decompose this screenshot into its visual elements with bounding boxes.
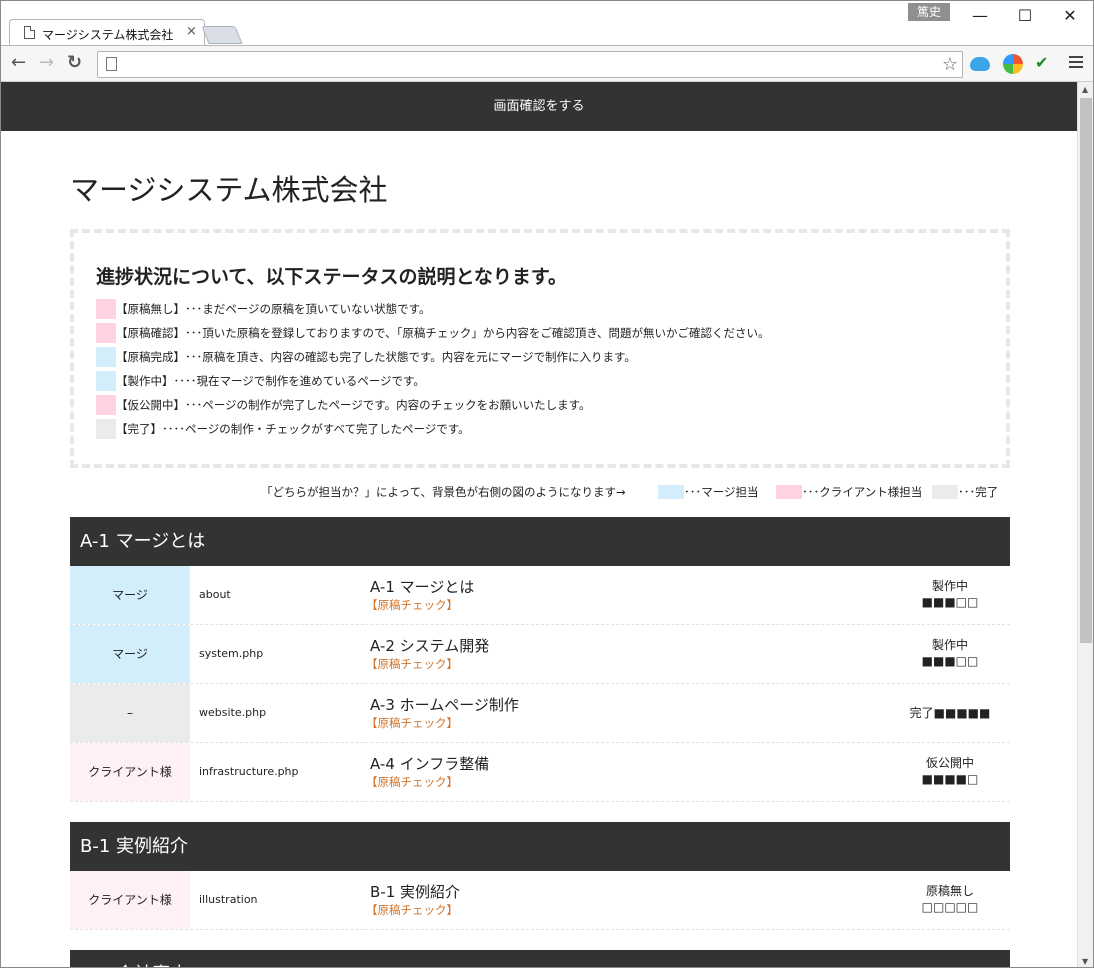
color-extension-icon[interactable]: [1003, 54, 1023, 74]
manuscript-check-link[interactable]: 【原稿チェック】: [366, 597, 458, 613]
status-label: 原稿無し: [925, 884, 974, 898]
page-name: A-3 ホームページ制作: [370, 696, 519, 714]
responsibility-note: 「どちらが担当か？」によって、背景色が右側の図のようになります→ ･･･マージ担…: [70, 483, 1005, 501]
browser-tab[interactable]: マージシステム株式会社 ×: [9, 19, 205, 46]
page-viewport: 画面確認をする マージシステム株式会社 進捗状況について、以下ステータスの説明と…: [1, 82, 1077, 967]
legend-item: 【原稿無し】･･･まだページの原稿を頂いていない状態です。: [96, 299, 431, 319]
page-icon: [106, 57, 117, 71]
assignee-cell: マージ: [70, 625, 190, 683]
merge-swatch: [658, 485, 684, 499]
section-header: C-1 会社案内: [70, 950, 1010, 967]
cloud-extension-icon[interactable]: [970, 57, 990, 71]
client-label: ･･･クライアント様担当: [802, 485, 923, 499]
status-label: 完了: [909, 706, 934, 720]
page-title: マージシステム株式会社: [70, 173, 388, 207]
manuscript-check-link[interactable]: 【原稿チェック】: [366, 902, 458, 918]
filename-cell: about: [199, 588, 231, 601]
status-cell: 原稿無し □□□□□: [890, 883, 1010, 915]
note-text: 「どちらが担当か？」によって、背景色が右側の図のようになります→: [261, 485, 626, 499]
manuscript-check-link[interactable]: 【原稿チェック】: [366, 715, 458, 731]
table-row: クライアント様 infrastructure.php A-4 インフラ整備 【原…: [70, 743, 1010, 802]
filename-cell: illustration: [199, 893, 258, 906]
legend-swatch: [96, 395, 116, 415]
legend-heading: 進捗状況について、以下ステータスの説明となります。: [96, 266, 568, 288]
status-cell: 製作中 ■■■□□: [890, 637, 1010, 669]
legend-item: 【製作中】････現在マージで制作を進めているページです。: [96, 371, 425, 391]
status-label: 製作中: [931, 638, 968, 652]
legend-item: 【完了】････ページの制作・チェックがすべて完了したページです。: [96, 419, 470, 439]
table-row: マージ about A-1 マージとは 【原稿チェック】 製作中 ■■■□□: [70, 566, 1010, 625]
back-icon[interactable]: ←: [11, 53, 26, 73]
legend-swatch: [96, 347, 116, 367]
legend-item: 【仮公開中】･･･ページの制作が完了したページです。内容のチェックをお願いいたし…: [96, 395, 591, 415]
user-badge[interactable]: 篤史: [908, 3, 950, 21]
close-button[interactable]: ✕: [1047, 1, 1093, 31]
progress-boxes: ■■■□□: [921, 595, 979, 609]
browser-toolbar: ← → ↻ ☆ ✔: [1, 45, 1093, 82]
done-label: ･･･完了: [958, 485, 999, 499]
filename-cell: website.php: [199, 706, 267, 719]
tab-title: マージシステム株式会社: [42, 28, 174, 42]
browser-window: マージシステム株式会社 × 篤史 — ☐ ✕ ← → ↻ ☆ ✔ 画面確認をする…: [0, 0, 1094, 968]
assignee-cell: –: [70, 684, 190, 742]
page-name: A-1 マージとは: [370, 578, 475, 596]
scroll-down-icon[interactable]: ▼: [1082, 957, 1088, 966]
assignee-cell: クライアント様: [70, 743, 190, 801]
menu-icon[interactable]: [1069, 56, 1083, 71]
reload-icon[interactable]: ↻: [67, 53, 82, 73]
status-legend-box: 進捗状況について、以下ステータスの説明となります。 【原稿無し】･･･まだページ…: [70, 229, 1010, 468]
legend-swatch: [96, 299, 116, 319]
table-row: クライアント様 illustration B-1 実例紹介 【原稿チェック】 原…: [70, 871, 1010, 930]
page-icon: [24, 26, 35, 39]
status-label: 製作中: [931, 579, 968, 593]
forward-icon[interactable]: →: [39, 53, 54, 73]
progress-boxes: ■■■■□: [921, 772, 979, 786]
status-cell: 製作中 ■■■□□: [890, 578, 1010, 610]
table-row: – website.php A-3 ホームページ制作 【原稿チェック】 完了■■…: [70, 684, 1010, 743]
status-cell: 完了■■■■■: [890, 705, 1010, 721]
assignee-cell: クライアント様: [70, 871, 190, 929]
page-name: B-1 実例紹介: [370, 883, 461, 901]
legend-item: 【原稿確認】･･･頂いた原稿を登録しておりますので、「原稿チェック」から内容をご…: [96, 323, 770, 343]
assignee-cell: マージ: [70, 566, 190, 624]
merge-label: ･･･マージ担当: [684, 485, 759, 499]
minimize-button[interactable]: —: [957, 1, 1003, 31]
page-name: A-4 インフラ整備: [370, 755, 490, 773]
legend-swatch: [96, 323, 116, 343]
progress-boxes: □□□□□: [921, 900, 979, 914]
maximize-button[interactable]: ☐: [1002, 1, 1048, 31]
bookmark-star-icon[interactable]: ☆: [942, 54, 958, 75]
section-header: B-1 実例紹介: [70, 822, 1010, 871]
address-bar[interactable]: ☆: [97, 51, 963, 78]
filename-cell: infrastructure.php: [199, 765, 299, 778]
manuscript-check-link[interactable]: 【原稿チェック】: [366, 656, 458, 672]
status-cell: 仮公開中 ■■■■□: [890, 755, 1010, 787]
filename-cell: system.php: [199, 647, 264, 660]
progress-boxes: ■■■■■: [933, 706, 991, 720]
progress-boxes: ■■■□□: [921, 654, 979, 668]
scroll-up-icon[interactable]: ▲: [1082, 85, 1088, 94]
w3c-validator-icon[interactable]: ✔: [1035, 52, 1055, 74]
legend-item: 【原稿完成】･･･原稿を頂き、内容の確認も完了した状態です。内容を元にマージで制…: [96, 347, 636, 367]
status-label: 仮公開中: [925, 756, 974, 770]
client-swatch: [776, 485, 802, 499]
done-swatch: [932, 485, 958, 499]
table-row: マージ system.php A-2 システム開発 【原稿チェック】 製作中 ■…: [70, 625, 1010, 684]
tab-close-icon[interactable]: ×: [186, 24, 197, 40]
legend-swatch: [96, 419, 116, 439]
legend-swatch: [96, 371, 116, 391]
title-bar: マージシステム株式会社 × 篤史 — ☐ ✕: [1, 1, 1093, 46]
vertical-scrollbar[interactable]: ▲ ▼: [1077, 82, 1093, 967]
screen-check-bar[interactable]: 画面確認をする: [1, 82, 1077, 131]
new-tab-button[interactable]: [201, 26, 243, 44]
page-name: A-2 システム開発: [370, 637, 490, 655]
scrollbar-thumb[interactable]: [1080, 98, 1092, 643]
section-header: A-1 マージとは: [70, 517, 1010, 566]
manuscript-check-link[interactable]: 【原稿チェック】: [366, 774, 458, 790]
